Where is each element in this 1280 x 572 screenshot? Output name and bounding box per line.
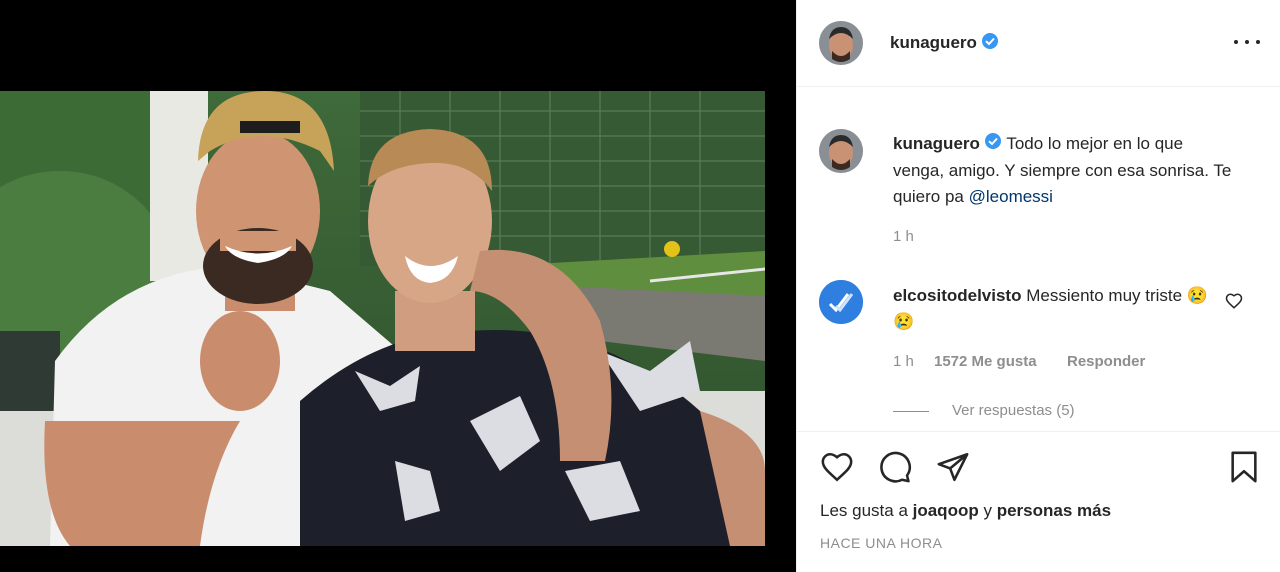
verified-icon — [981, 32, 999, 55]
post-timestamp[interactable]: HACE UNA HORA — [820, 535, 942, 551]
comment: elcositodelvisto Messiento muy triste 😢😢 — [893, 283, 1213, 335]
post-media[interactable] — [0, 0, 796, 572]
reply-button[interactable]: Responder — [1067, 353, 1145, 370]
author-username-text[interactable]: kunaguero — [890, 33, 977, 52]
caption-username[interactable]: kunaguero — [893, 134, 980, 153]
comments-section: kunaguero Todo lo mejor en lo que venga,… — [797, 87, 1280, 431]
replies-divider — [893, 411, 929, 412]
likes-prefix: Les gusta a — [820, 501, 913, 520]
post-header: kunaguero — [797, 0, 1280, 87]
author-username-header[interactable]: kunaguero — [890, 32, 999, 55]
caption-avatar[interactable] — [819, 129, 863, 173]
post-actions: Les gusta a joaqoop y personas más HACE … — [797, 431, 1280, 572]
photo-illustration — [0, 91, 765, 546]
commenter-username[interactable]: elcositodelvisto — [893, 286, 1021, 305]
likes-others[interactable]: personas más — [997, 501, 1111, 520]
caption-time[interactable]: 1 h — [893, 228, 914, 245]
author-avatar-image — [819, 21, 863, 65]
comment-likes-count[interactable]: 1572 Me gusta — [934, 353, 1037, 370]
post-details-panel: kunaguero kunaguero Todo lo mejor en lo … — [796, 0, 1280, 572]
view-replies-button[interactable]: Ver respuestas (5) — [952, 402, 1075, 419]
likes-user[interactable]: joaqoop — [913, 501, 979, 520]
commenter-avatar[interactable] — [819, 280, 863, 324]
share-icon[interactable] — [935, 450, 971, 489]
verified-icon — [984, 132, 1002, 158]
heart-small-icon[interactable] — [1225, 292, 1243, 315]
caption: kunaguero Todo lo mejor en lo que venga,… — [893, 131, 1233, 210]
comment-likes[interactable]: 1572 Me gusta — [934, 353, 1037, 370]
likes-middle: y — [978, 501, 997, 520]
bookmark-icon[interactable] — [1227, 449, 1261, 490]
comment-icon[interactable] — [877, 450, 913, 489]
caption-avatar-image — [819, 129, 863, 173]
heart-icon[interactable] — [819, 450, 855, 489]
commenter-avatar-image — [819, 280, 863, 324]
comment-time[interactable]: 1 h — [893, 353, 914, 370]
more-options-icon[interactable] — [1234, 30, 1260, 54]
caption-mention-link[interactable]: @leomessi — [969, 187, 1053, 206]
likes-summary[interactable]: Les gusta a joaqoop y personas más — [820, 501, 1111, 521]
post-photo[interactable] — [0, 91, 765, 546]
author-avatar[interactable] — [819, 21, 863, 65]
